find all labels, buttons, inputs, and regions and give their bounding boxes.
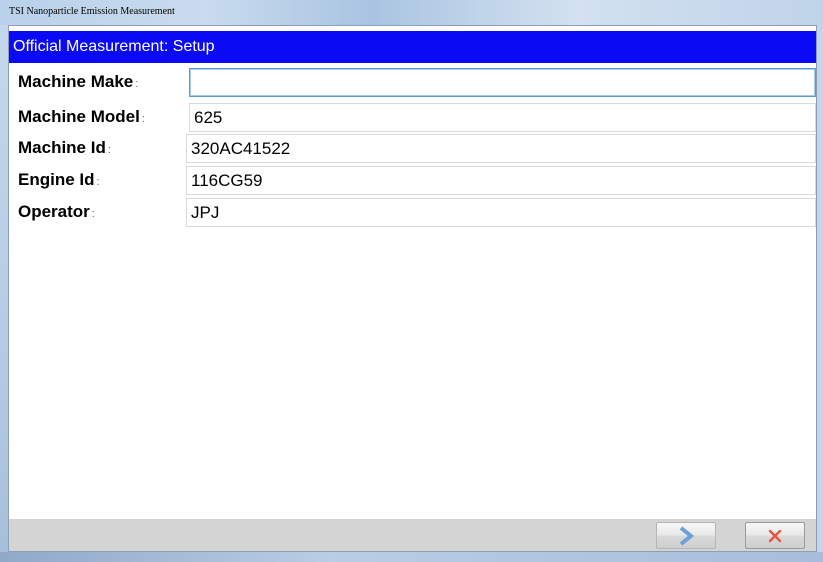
window-title: TSI Nanoparticle Emission Measurement	[9, 6, 175, 17]
window-frame-left	[0, 25, 8, 562]
machine-make-input[interactable]	[189, 68, 816, 97]
machine-id-label: Machine Id:	[18, 138, 111, 157]
machine-model-input[interactable]	[189, 103, 816, 132]
form-row-machine-make: Machine Make:	[9, 68, 816, 98]
button-bar	[9, 519, 816, 551]
chevron-right-icon	[679, 525, 695, 546]
machine-model-label: Machine Model:	[18, 107, 145, 126]
form-row-engine-id: Engine Id:	[9, 166, 816, 196]
machine-make-label: Machine Make:	[18, 72, 139, 91]
window-frame-right	[817, 25, 823, 562]
form-row-machine-model: Machine Model:	[9, 103, 816, 133]
cancel-button[interactable]	[745, 522, 805, 549]
engine-id-label: Engine Id:	[18, 170, 100, 189]
page-title: Official Measurement: Setup	[13, 38, 215, 55]
page-header: Official Measurement: Setup	[9, 31, 816, 63]
form-row-operator: Operator:	[9, 198, 816, 228]
operator-label: Operator:	[18, 202, 95, 221]
client-area: Official Measurement: Setup Machine Make…	[8, 25, 817, 552]
operator-input[interactable]	[186, 198, 816, 227]
title-bar[interactable]: TSI Nanoparticle Emission Measurement	[0, 0, 823, 25]
machine-id-input[interactable]	[186, 134, 816, 163]
close-icon	[768, 529, 782, 542]
next-button[interactable]	[656, 522, 716, 549]
window-frame-bottom	[0, 552, 823, 562]
application-window: TSI Nanoparticle Emission Measurement Of…	[0, 0, 823, 562]
engine-id-input[interactable]	[186, 166, 816, 195]
form-row-machine-id: Machine Id:	[9, 134, 816, 164]
